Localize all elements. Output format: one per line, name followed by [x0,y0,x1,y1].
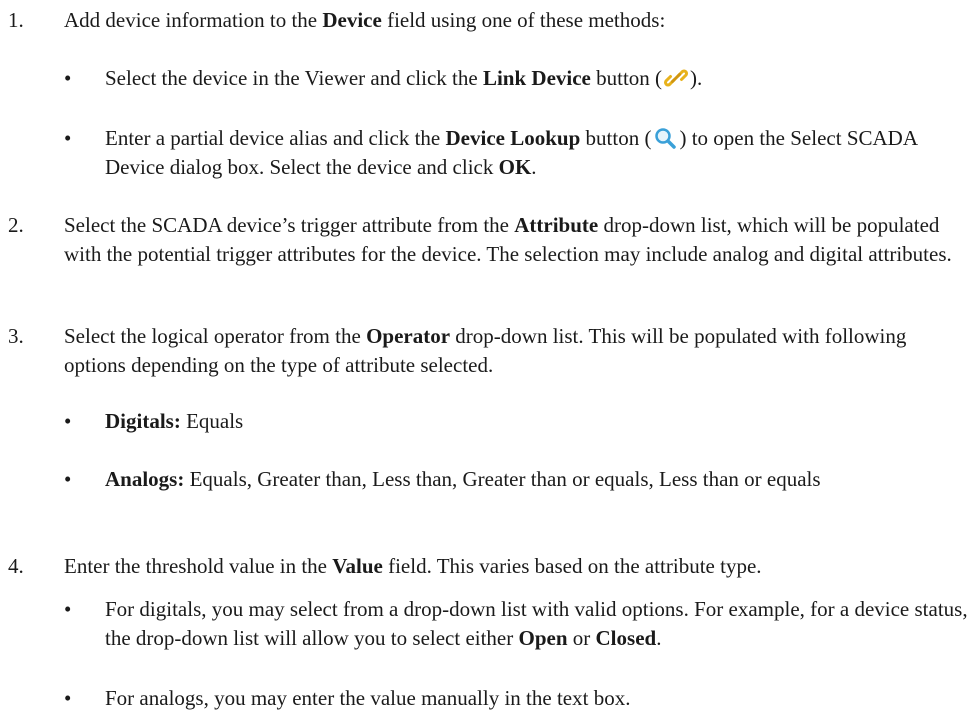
link-device-ref: Link Device [482,66,591,90]
bullet-text: Enter a partial device alias and click t… [105,126,917,179]
link-device-icon [664,66,689,90]
step-number: 2. [8,213,24,237]
bullet-dot: • [64,409,72,433]
step-number: 1. [8,8,24,32]
open-ref: Open [518,626,568,650]
step-number: 4. [8,554,24,578]
bullet-text: For analogs, you may enter the value man… [105,686,631,710]
value-field-ref: Value [332,554,383,578]
ok-ref: OK [498,155,532,179]
step-text: Add device information to the Device fie… [64,8,666,32]
step-text: Select the SCADA device’s trigger attrib… [64,213,952,266]
document-page: 1. Add device information to the Device … [0,0,979,715]
device-lookup-ref: Device Lookup [445,126,581,150]
closed-ref: Closed [595,626,657,650]
bullet-dot: • [64,686,72,710]
step-text: Select the logical operator from the Ope… [64,324,907,377]
bullet-text: Select the device in the Viewer and clic… [105,66,703,90]
bullet-dot: • [64,66,72,90]
bullet-text: Analogs: Equals, Greater than, Less than… [105,467,821,491]
step-text: Enter the threshold value in the Value f… [64,554,762,578]
step-number: 3. [8,324,24,348]
bullet-text: Digitals: Equals [105,409,244,433]
bullet-text: For digitals, you may select from a drop… [105,597,968,650]
bullet-dot: • [64,597,72,621]
attribute-field-ref: Attribute [514,213,599,237]
bullet-dot: • [64,467,72,491]
search-icon [653,126,677,150]
operator-field-ref: Operator [366,324,451,348]
device-field-ref: Device [322,8,382,32]
bullet-dot: • [64,126,72,150]
